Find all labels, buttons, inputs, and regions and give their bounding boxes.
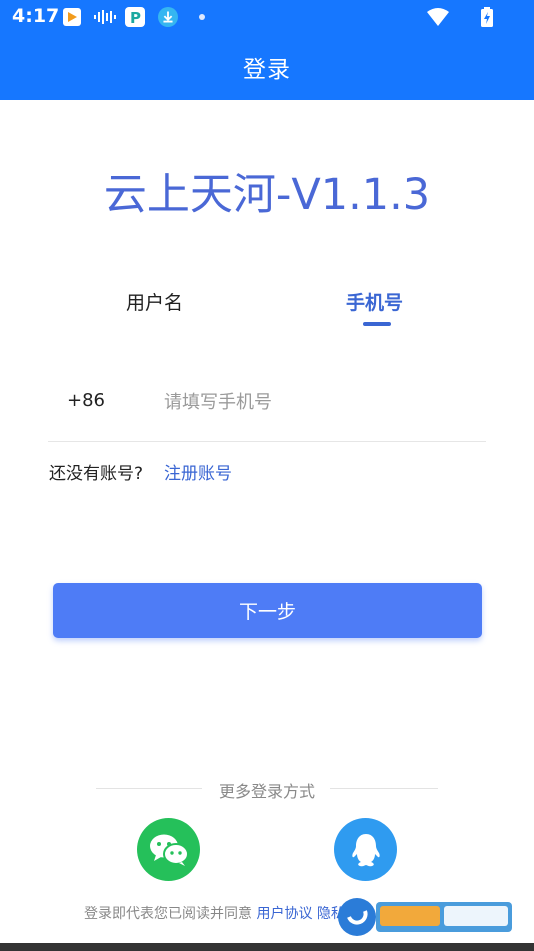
wechat-login-button[interactable] (137, 818, 200, 881)
agreement-prefix: 登录即代表您已阅读并同意 (84, 906, 252, 922)
system-nav-bar (0, 943, 534, 951)
wechat-icon (149, 834, 189, 866)
register-link[interactable]: 注册账号 (164, 459, 232, 484)
divider-right (330, 788, 438, 789)
download-icon (158, 7, 178, 27)
notification-dot-icon (199, 14, 205, 20)
app-header: 4:17 P 登录 (0, 0, 534, 100)
active-tab-indicator (363, 322, 391, 326)
audio-wave-icon (93, 7, 117, 27)
qq-icon (351, 833, 380, 866)
tab-username[interactable]: 用户名 (126, 288, 183, 315)
status-bar: 4:17 P (0, 0, 534, 36)
tab-phone[interactable]: 手机号 (346, 288, 403, 315)
status-time: 4:17 (12, 5, 60, 27)
watermark-logo (336, 896, 514, 938)
phone-input[interactable] (164, 384, 484, 420)
agreement-text: 登录即代表您已阅读并同意 用户协议 隐私政策 (84, 903, 373, 923)
parking-app-icon: P (125, 7, 145, 27)
play-store-icon (62, 7, 82, 27)
qq-login-button[interactable] (334, 818, 397, 881)
input-divider (48, 441, 486, 442)
battery-charging-icon (480, 7, 494, 27)
svg-text:P: P (130, 9, 141, 27)
wifi-icon (426, 7, 450, 27)
no-account-prompt: 还没有账号? (49, 464, 144, 484)
app-name-title: 云上天河-V1.1.3 (103, 170, 431, 220)
country-code[interactable]: +86 (67, 390, 105, 411)
login-screen: 4:17 P 登录 云上天河-V1.1.3 用户名 手机号 +86 请填写手机号… (0, 0, 534, 951)
user-agreement-link[interactable]: 用户协议 (256, 906, 312, 922)
page-title: 登录 (243, 57, 291, 83)
more-login-methods-label: 更多登录方式 (218, 782, 315, 801)
next-button[interactable]: 下一步 (53, 583, 482, 638)
